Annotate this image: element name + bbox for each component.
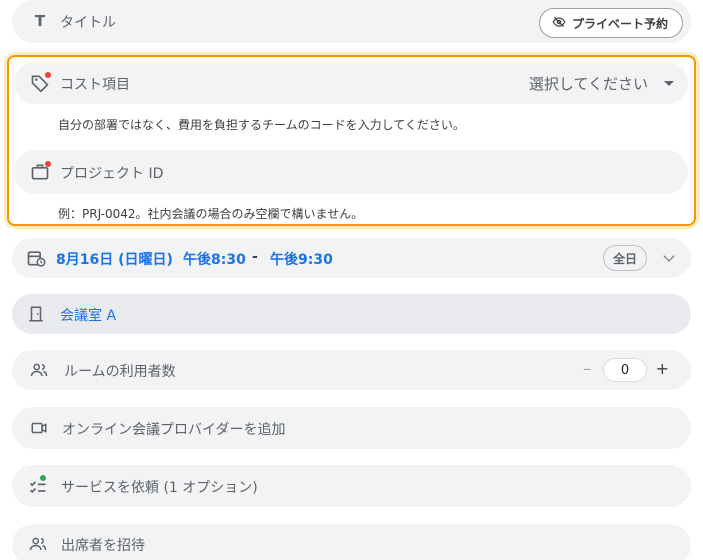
project-id-label: プロジェクト ID [60,166,164,182]
room-users-input[interactable]: 0 [603,358,647,382]
increment-button[interactable]: + [656,359,669,378]
room-users-label: ルームの利用者数 [64,364,176,380]
dropdown-caret-icon [664,81,674,86]
cost-item-value[interactable]: 選択してください [529,73,648,94]
people-icon [26,532,50,556]
project-id-hint: 例：PRJ-0042。社内会議の場合のみ空欄で構いません。 [58,207,364,221]
online-meeting-row[interactable]: オンライン会議プロバイダーを追加 [12,407,691,449]
checklist-icon [26,474,50,498]
title-row[interactable]: T タイトル プライベート予約 [12,0,691,43]
room-label[interactable]: 会議室 A [60,305,116,325]
title-input[interactable]: タイトル [60,12,116,32]
cost-item-select[interactable]: コスト項目 選択してください [14,62,688,104]
online-meeting-label[interactable]: オンライン会議プロバイダーを追加 [62,419,285,439]
decrement-button[interactable]: – [583,359,591,378]
door-icon [24,302,48,326]
start-time-button[interactable]: 午後8:30 [183,249,246,269]
attendees-label[interactable]: 出席者を招待 [61,535,145,555]
room-users-row: ルームの利用者数 – 0 + [12,350,691,390]
required-dot [45,161,51,167]
private-booking-label: プライベート予約 [571,16,668,31]
people-icon [27,358,51,382]
title-icon: T [34,12,46,30]
services-label[interactable]: サービスを依頼 (1 オプション) [61,477,258,497]
private-booking-button[interactable]: プライベート予約 [538,8,683,38]
service-status-dot [40,475,46,481]
required-dot [45,72,51,78]
date-button[interactable]: 8月16日 (日曜日) [56,249,173,269]
datetime-row[interactable]: 8月16日 (日曜日) 午後8:30 - 午後9:30 全日 [12,238,691,278]
cost-item-label: コスト項目 [60,77,130,93]
cost-item-hint: 自分の部署ではなく、費用を負担するチームのコードを入力してください。 [58,118,465,132]
all-day-toggle[interactable]: 全日 [603,245,647,271]
video-icon [27,416,51,440]
attendees-row[interactable]: 出席者を招待 [12,524,691,560]
calendar-clock-icon [24,246,48,270]
services-row[interactable]: サービスを依頼 (1 オプション) [12,465,691,507]
custom-fields-box: コスト項目 選択してください 自分の部署ではなく、費用を負担するチームのコードを… [7,55,696,226]
room-row[interactable]: 会議室 A [12,294,691,334]
time-separator: - [252,249,258,265]
project-id-field[interactable]: プロジェクト ID [14,150,688,194]
eye-off-icon [552,15,566,32]
end-time-button[interactable]: 午後9:30 [270,249,333,269]
chevron-down-icon[interactable] [663,250,675,262]
